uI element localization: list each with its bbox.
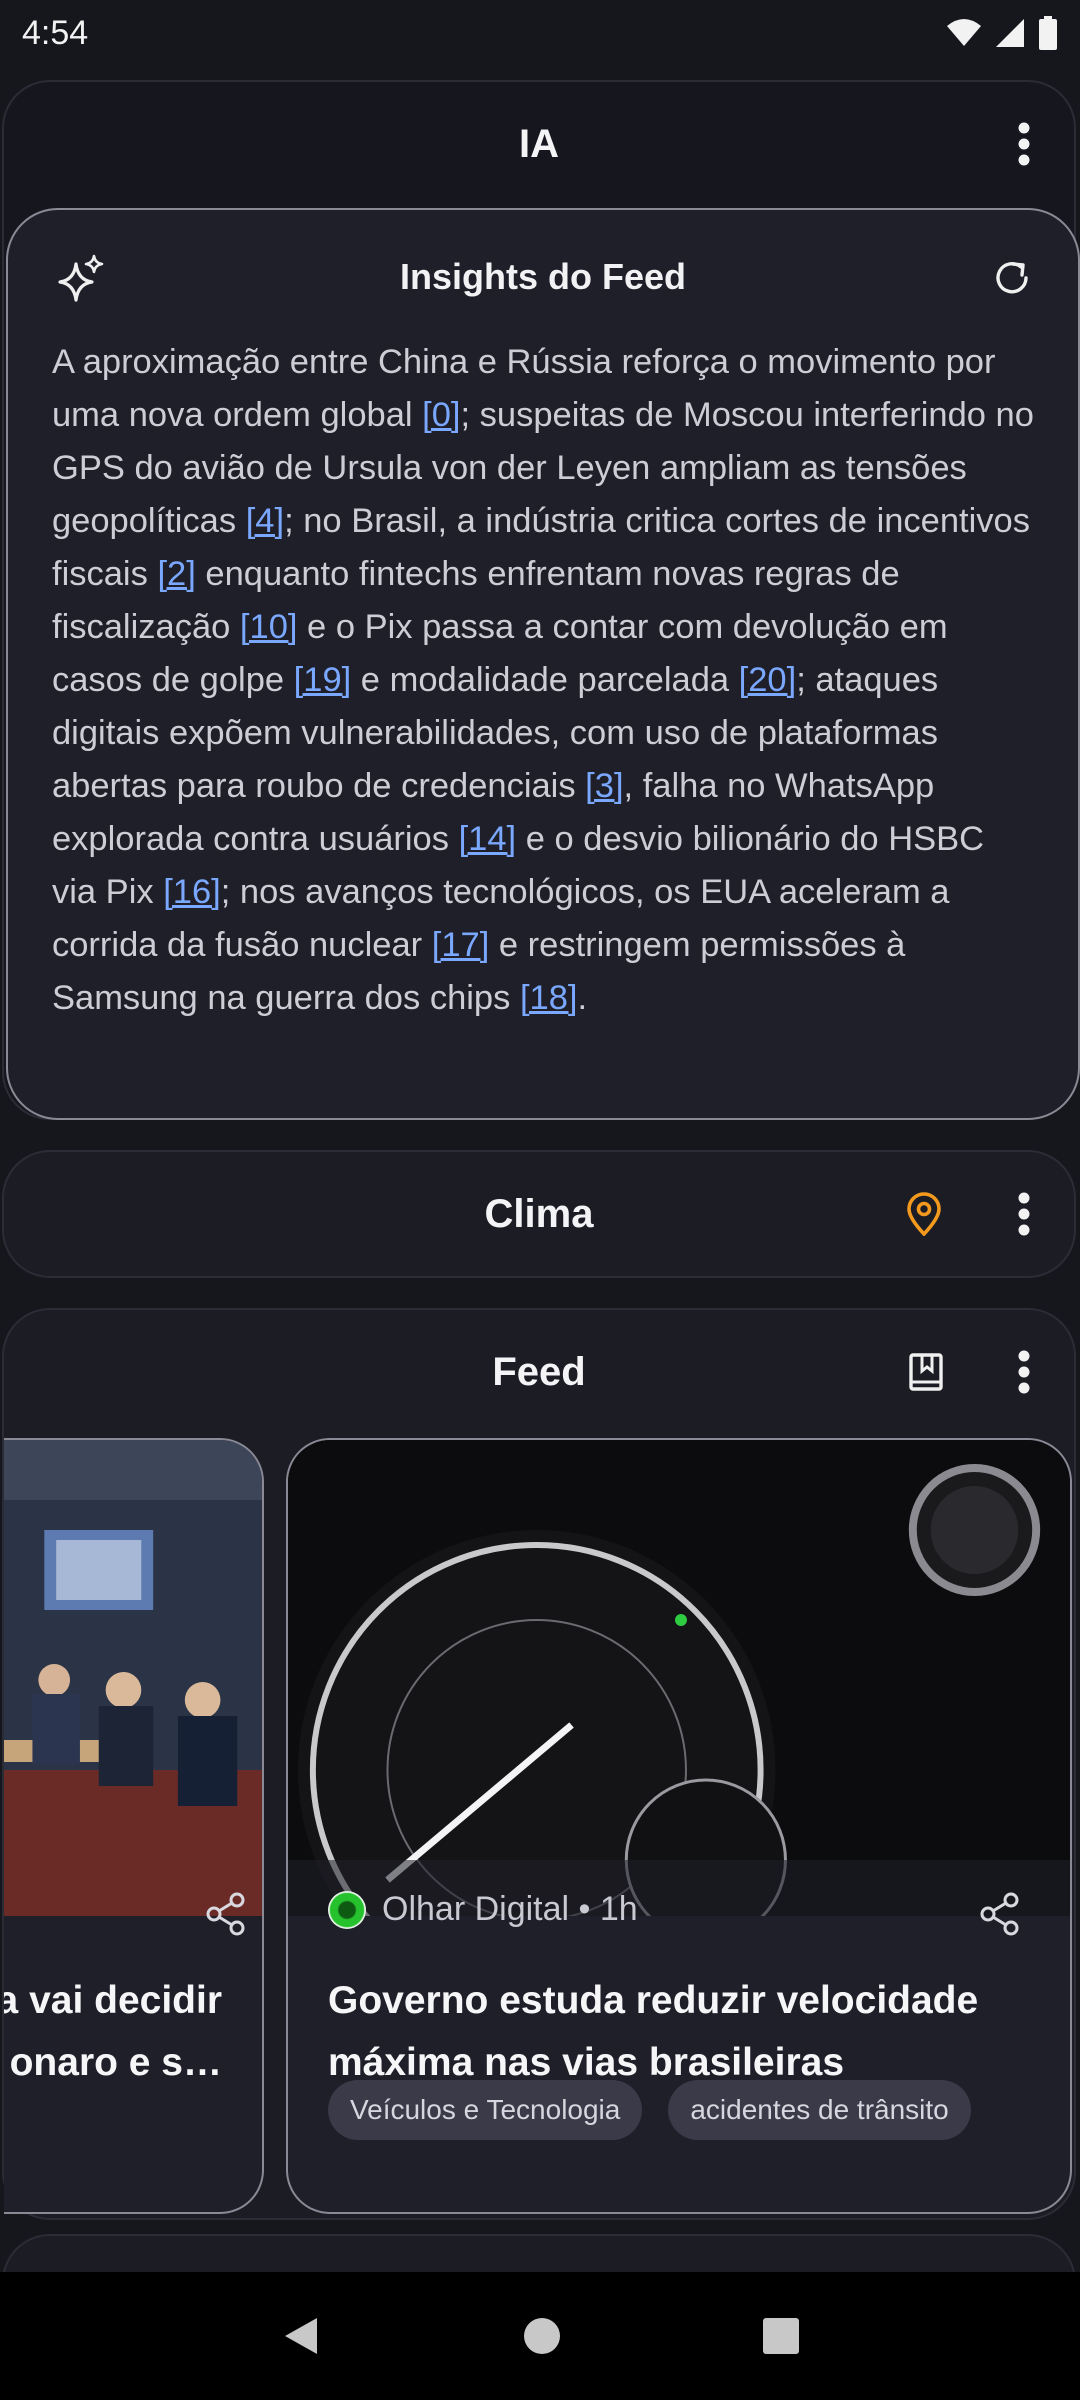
insight-text-segment: . [577,979,588,1017]
insight-reference-link[interactable]: [16] [163,873,221,911]
feed-card-title: Feed [492,1349,586,1394]
back-icon[interactable] [279,2314,323,2358]
insights-panel: Insights do Feed A aproximação entre Chi… [6,208,1080,1120]
news-card-previous[interactable]: a vai decidir onaro e s… [4,1438,264,2214]
source-logo-icon [328,1890,366,1929]
tag-chip[interactable]: acidentes de trânsito [668,2080,971,2140]
signal-icon [996,19,1024,47]
news-card-main[interactable]: Olhar Digital • 1h Governo estuda reduzi… [286,1438,1072,2214]
insights-text: A aproximação entre China e Rússia refor… [8,336,1078,1025]
insight-reference-link[interactable]: [17] [432,926,490,964]
insight-reference-link[interactable]: [14] [459,820,517,858]
insight-reference-link[interactable]: [4] [246,502,284,540]
insight-reference-link[interactable]: [2] [157,555,195,593]
insight-reference-link[interactable]: [18] [520,979,578,1017]
article-tags: Veículos e Tecnologia acidentes de trâns… [328,2080,971,2140]
article-meta: Olhar Digital • 1h [328,1890,638,1929]
status-time: 4:54 [22,13,89,52]
insight-reference-link[interactable]: [19] [294,661,352,699]
insight-text-segment: e modalidade parcelada [351,661,739,699]
insight-reference-link[interactable]: [10] [240,608,298,646]
recents-icon[interactable] [761,2316,801,2356]
news-carousel[interactable]: a vai decidir onaro e s… Olhar Digital • [4,1436,1074,2220]
insight-reference-link[interactable]: [3] [585,767,623,805]
insights-title: Insights do Feed [399,256,686,297]
article-title: Governo estuda reduzir velocidade máxima… [328,1979,979,2084]
wifi-icon [947,19,981,46]
ai-sparkle-icon [58,254,104,302]
ia-card: IA Insights do Feed A aproximação entre … [2,80,1080,1120]
clima-more-menu-icon[interactable] [1002,1184,1046,1244]
news-image-speedometer [288,1440,1070,1916]
home-icon[interactable] [522,2316,562,2356]
ia-card-header: IA [4,82,1074,206]
feed-more-menu-icon[interactable] [1002,1342,1046,1402]
location-pin-icon[interactable] [896,1184,952,1244]
share-icon[interactable] [204,1892,248,1936]
clima-card-header: Clima [4,1152,1074,1276]
clima-card-title: Clima [484,1191,594,1236]
insight-reference-link[interactable]: [20] [739,661,797,699]
article-source: Olhar Digital • 1h [382,1890,638,1928]
ia-more-menu-icon[interactable] [1002,114,1046,174]
status-icons [946,16,1058,50]
previous-article-title: a vai decidir onaro e s… [4,1970,222,2094]
insight-reference-link[interactable]: [0] [422,396,460,434]
share-icon[interactable] [978,1892,1022,1936]
clima-card[interactable]: Clima [2,1150,1076,1278]
tag-chip[interactable]: Veículos e Tecnologia [328,2080,643,2140]
feed-card: Feed a vai decidir onaro e s… Olhar Digi… [2,1308,1076,2220]
ia-card-title: IA [519,121,559,166]
battery-icon [1039,16,1057,50]
previous-article-title-line1: a vai decidir [4,1979,222,2022]
feed-card-header: Feed [4,1310,1074,1434]
previous-article-title-line2: onaro e s… [9,2041,222,2084]
bookmarks-icon[interactable] [898,1342,954,1402]
insights-header: Insights do Feed [8,210,1078,344]
news-image-hearing-room [4,1440,262,1916]
refresh-icon[interactable] [990,256,1034,300]
status-bar: 4:54 [0,0,1080,66]
system-navigation-bar [0,2272,1080,2400]
